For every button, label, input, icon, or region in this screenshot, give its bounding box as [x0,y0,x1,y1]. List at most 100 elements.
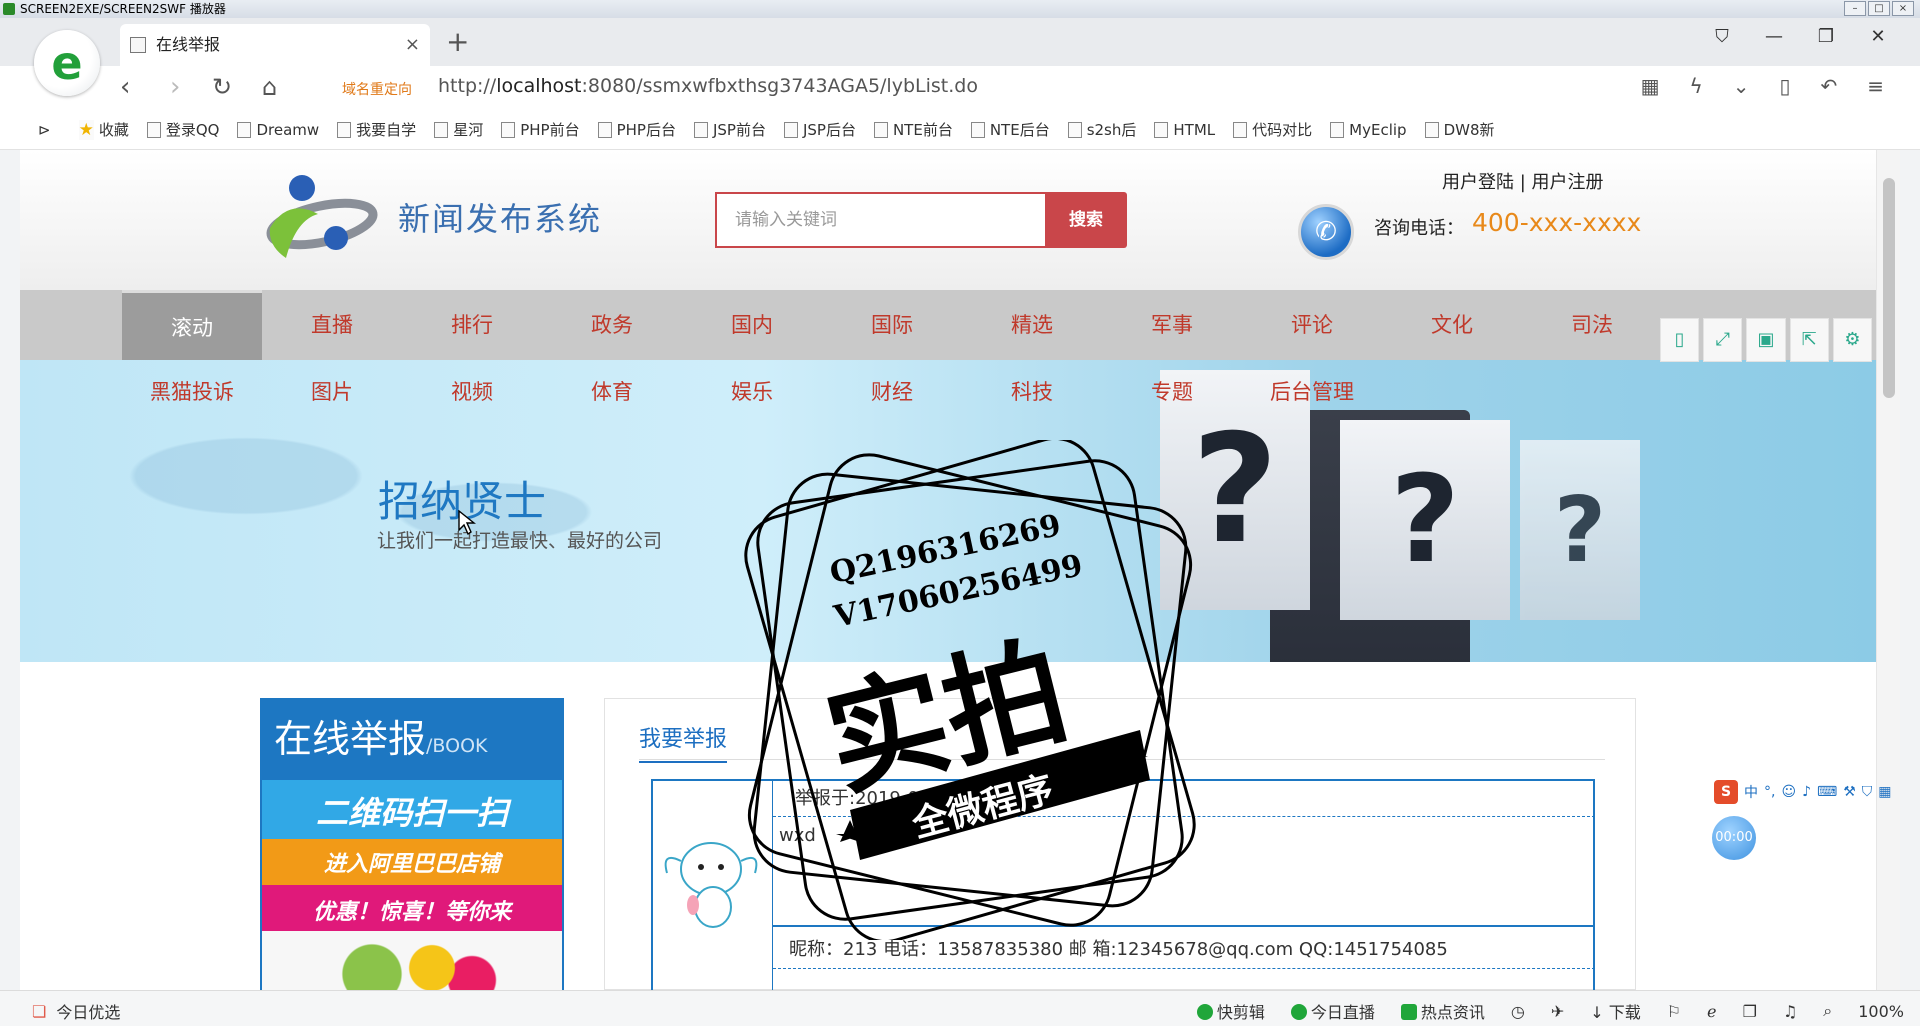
register-link[interactable]: 用户注册 [1532,172,1604,193]
nav-item[interactable]: 国内 [682,290,822,360]
player-close-button[interactable]: × [1892,1,1914,16]
nav-item[interactable]: 评论 [1242,290,1382,360]
bookmark-item[interactable]: Dreamw [237,121,319,139]
bookmark-item[interactable]: PHP前台 [501,119,580,140]
skin-icon[interactable]: ⛉ [1862,784,1873,800]
menu-icon[interactable]: ≡ [1867,74,1884,98]
subnav-item[interactable]: 科技 [962,376,1102,406]
nav-item[interactable]: 司法 [1522,290,1662,360]
daily-picks-link[interactable]: 今日优选 [56,999,120,1023]
bookmark-label: Dreamw [256,120,320,139]
nav-item-scroll[interactable]: 滚动 [122,290,262,360]
subnav-item[interactable]: 图片 [262,376,402,406]
subnav-item[interactable]: 体育 [542,376,682,406]
bookmark-favorites[interactable]: ★ 收藏 [78,119,129,140]
home-icon[interactable]: ⌂ [262,72,277,102]
bookmark-item[interactable]: DW8新 [1424,119,1495,140]
mobile-icon[interactable]: ▯ [1660,318,1700,362]
sound-icon[interactable]: ♫ [1783,1002,1797,1021]
nav-item[interactable]: 国际 [822,290,962,360]
news-link[interactable]: 热点资讯 [1400,999,1485,1023]
bookmark-item[interactable]: JSP前台 [693,119,766,140]
dropdown-icon[interactable]: ⌄ [1733,74,1750,98]
address-bar[interactable]: http://localhost:8080/ssmxwfbxthsg3743AG… [438,75,978,97]
refresh-icon[interactable]: ↻ [212,72,232,102]
bookmark-item[interactable]: NTE后台 [970,119,1050,140]
live-link[interactable]: 今日直播 [1290,999,1375,1023]
share-icon[interactable]: ⇱ [1789,318,1829,362]
bookmark-label: NTE后台 [989,121,1050,139]
qr-icon[interactable]: ▦ [1641,74,1660,98]
shop-ad-image[interactable]: 二维码扫一扫 进入阿里巴巴店铺 优惠！惊喜！等你来 [262,780,562,990]
bookmark-item[interactable]: s2sh后 [1067,119,1136,140]
mic-icon[interactable]: ♪ [1802,784,1811,800]
question-paper: ? [1340,420,1510,620]
pin-icon[interactable]: ✈ [1551,1002,1564,1021]
search-button[interactable]: 搜索 [1045,192,1127,248]
restore-button[interactable]: ❐ [1814,26,1838,47]
subnav-item[interactable]: 视频 [402,376,542,406]
subnav-item[interactable]: 娱乐 [682,376,822,406]
punct-icon[interactable]: °, [1764,784,1775,800]
page-icon [783,121,798,138]
window-icon[interactable]: ❐ [1743,1002,1757,1021]
emoji-icon[interactable]: ☺ [1781,784,1796,800]
quick-edit-link[interactable]: 快剪辑 [1196,999,1265,1023]
back-icon[interactable]: ‹ [120,72,130,102]
keyboard-icon[interactable]: ⌨ [1817,784,1837,800]
tab-active[interactable]: 在线举报 × [120,24,430,66]
page-icon [1067,121,1082,138]
subnav-item[interactable]: 专题 [1102,376,1242,406]
bookmark-item[interactable]: 我要自学 [337,119,416,140]
nav-item[interactable]: 文化 [1382,290,1522,360]
nav-item[interactable]: 直播 [262,290,402,360]
player-maximize-button[interactable]: □ [1868,1,1890,16]
bookmark-item[interactable]: HTML [1154,121,1215,139]
search-input[interactable]: 请输入关键词 [715,192,1047,248]
bookmark-item[interactable]: 星河 [434,119,483,140]
forward-icon[interactable]: › [170,72,180,102]
scroll-thumb[interactable] [1883,178,1895,398]
bookmark-item[interactable]: 登录QQ [146,119,219,140]
subnav-item[interactable]: 黑猫投诉 [122,376,262,406]
flag-icon[interactable]: ⚐ [1667,1002,1681,1021]
close-button[interactable]: ✕ [1866,26,1890,47]
settings-icon[interactable]: ⚙ [1832,318,1873,362]
nav-item[interactable]: 政务 [542,290,682,360]
subnav-item[interactable]: 财经 [822,376,962,406]
undo-icon[interactable]: ↶ [1820,74,1837,98]
nav-item[interactable]: 军事 [1102,290,1242,360]
grid-icon[interactable]: ▦ [1878,784,1891,800]
sogou-icon[interactable]: S [1714,780,1738,804]
lightning-icon[interactable]: ϟ [1689,74,1702,98]
nav-item[interactable]: 精选 [962,290,1102,360]
new-tab-button[interactable]: + [446,24,469,60]
bookmark-item[interactable]: PHP后台 [597,119,676,140]
fullscreen-icon[interactable]: ⤢ [1703,318,1743,362]
minimize-button[interactable]: — [1762,26,1786,47]
ime-mode[interactable]: 中 [1744,782,1758,802]
phone-sync-icon[interactable]: ▯ [1779,74,1790,98]
sidebar-toggle-icon[interactable]: ⊳ [38,121,51,139]
bookmark-item[interactable]: JSP后台 [783,119,856,140]
zoom-icon[interactable]: ⌕ [1823,1001,1832,1021]
tools-icon[interactable]: ⚒ [1843,784,1856,800]
bookmark-item[interactable]: 代码对比 [1233,119,1312,140]
nav-item[interactable]: 排行 [402,290,542,360]
vertical-scrollbar[interactable] [1876,150,1900,990]
player-minimize-button[interactable]: – [1844,1,1866,16]
ad-line: 二维码扫一扫 [315,794,508,832]
subnav-item-admin[interactable]: 后台管理 [1242,376,1382,406]
zoom-level[interactable]: 100% [1858,1002,1904,1021]
gift-icon[interactable]: ❏ [32,1002,46,1021]
tab-report[interactable]: 我要举报 [639,721,728,763]
clock-icon[interactable]: ◷ [1511,1002,1525,1021]
bookmark-item[interactable]: NTE前台 [873,119,953,140]
download-link[interactable]: ↓ 下载 [1590,999,1641,1023]
save-icon[interactable]: ▣ [1746,318,1786,362]
tab-close-icon[interactable]: × [405,24,420,66]
skin-icon[interactable]: ⛉ [1710,26,1734,47]
ie-icon[interactable]: ℯ [1707,1002,1716,1021]
bookmark-item[interactable]: MyEclip [1330,121,1407,139]
login-link[interactable]: 用户登陆 [1442,172,1514,193]
